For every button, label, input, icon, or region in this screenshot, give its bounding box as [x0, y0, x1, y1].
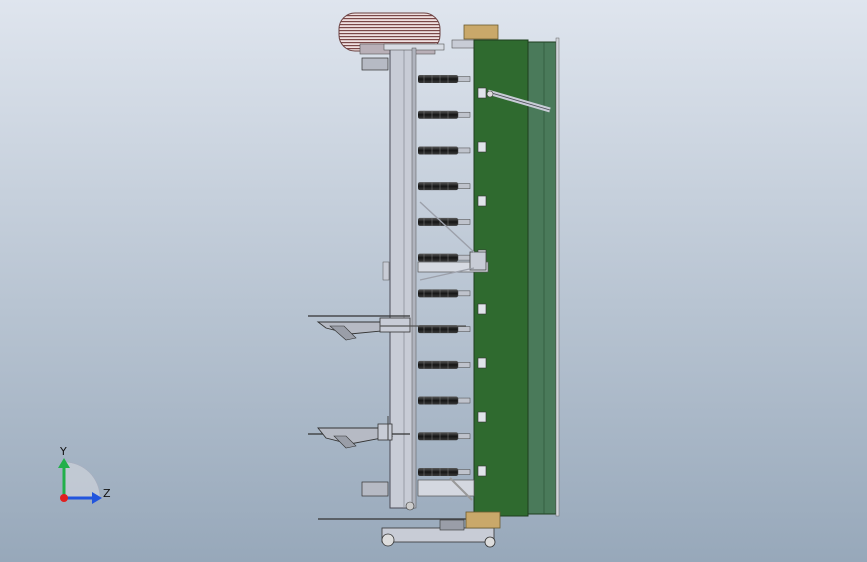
panel-bracket — [477, 357, 487, 369]
y-axis-label: Y — [59, 445, 67, 458]
viewport-background — [0, 0, 867, 562]
panel-bracket — [477, 303, 487, 315]
z-axis-label: Z — [103, 487, 111, 500]
panel-bracket — [477, 195, 487, 207]
x-axis-dot — [60, 494, 68, 502]
top-clamp — [451, 39, 477, 49]
panel-bracket — [477, 411, 487, 423]
cad-viewport[interactable]: Y Z — [0, 0, 867, 562]
tan-bracket-top — [463, 24, 499, 40]
panel-bracket — [477, 87, 487, 99]
panel-bracket — [477, 141, 487, 153]
mid-mount — [382, 261, 390, 281]
panel-bracket — [477, 465, 487, 477]
secondary-bar — [411, 47, 417, 509]
upper-mount — [361, 57, 389, 71]
